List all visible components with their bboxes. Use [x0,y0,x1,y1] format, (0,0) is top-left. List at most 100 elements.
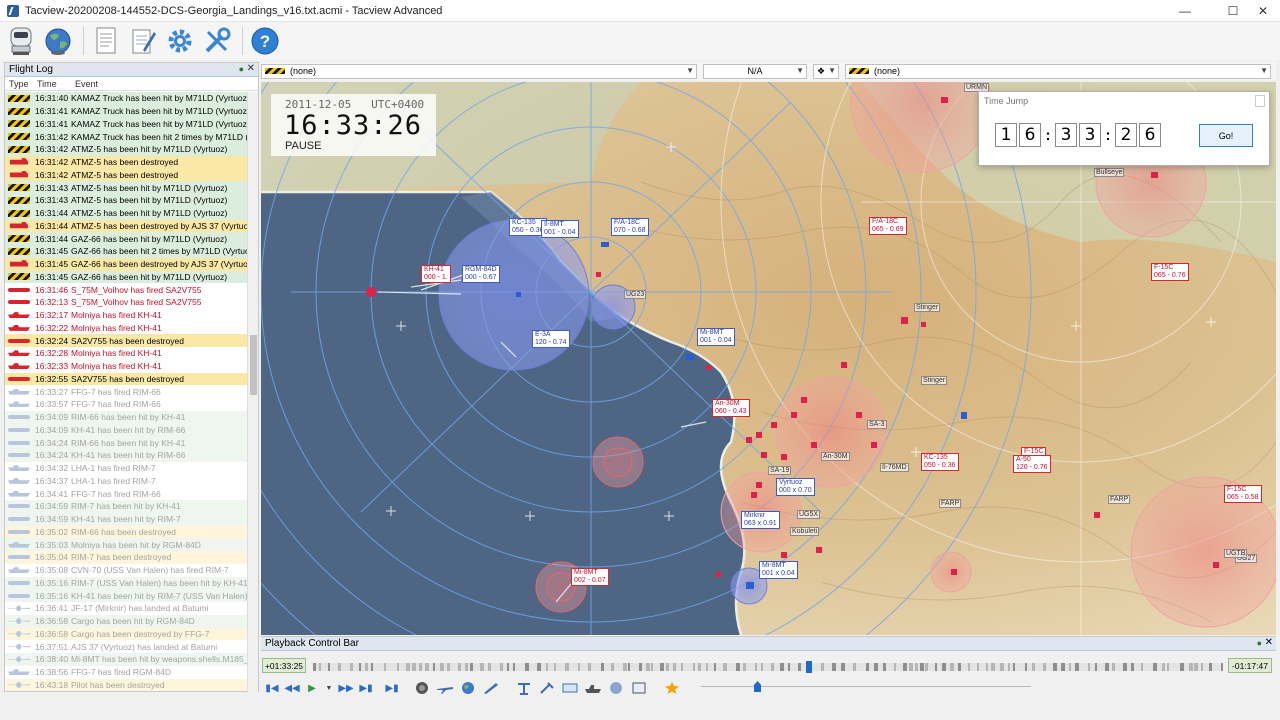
aircraft-callout[interactable]: E-3A 120 - 0.74 [532,330,570,348]
tools-icon[interactable] [200,24,234,58]
terrain-view-icon[interactable] [607,681,625,695]
timeline-event-tick[interactable] [371,663,373,671]
flight-log-scrollbar[interactable] [247,92,258,692]
timeline-event-tick[interactable] [714,663,716,671]
secondary-object-select[interactable]: (none) ▼ [845,63,1271,79]
timeline-event-tick[interactable] [440,663,444,671]
timeline-event-tick[interactable] [1162,663,1165,671]
timeline-event-tick[interactable] [986,663,988,671]
aircraft-callout[interactable]: F-15C 065 - 0.76 [1151,263,1189,281]
log-row[interactable]: 16:34:24 KH-41 has been hit by RIM-66 [5,449,248,462]
aircraft-callout[interactable]: Vyrtuoz 000 x 0.70 [776,478,815,496]
log-row[interactable]: 16:31:45 GAZ-66 has been hit by M71LD (Vy… [5,270,248,284]
aircraft-callout[interactable]: KH-41 000 - 1. [421,265,451,283]
timeline-event-tick[interactable] [977,663,979,671]
log-row[interactable]: 16:31:43 ATMZ-5 has been hit by M71LD (Vy… [5,181,248,194]
timeline-event-tick[interactable] [319,663,321,671]
timeline-event-tick[interactable] [646,663,650,671]
aircraft-callout[interactable]: An-30M 060 - 0.43 [712,399,750,417]
globe-icon[interactable] [41,24,75,58]
aircraft-callout[interactable]: Mi-8MT 001 x 0.04 [759,561,798,579]
recorder-icon[interactable] [4,24,38,58]
timeline-event-tick[interactable] [1088,663,1090,671]
scroll-thumb[interactable] [250,335,257,395]
timeline-event-tick[interactable] [601,663,604,671]
column-time[interactable]: Time [33,79,71,89]
log-row[interactable]: 16:31:42 ATMZ-5 has been hit by M71LD (Vy… [5,143,248,156]
timeline-event-tick[interactable] [821,663,824,671]
log-row[interactable]: 16:33:27 FFG-7 has fired RIM-66 [5,385,248,398]
fast-rewind-icon[interactable]: ◀◀ [284,681,299,695]
timeline-event-tick[interactable] [920,663,924,671]
log-row[interactable]: 16:36:58 Cargo has been hit by RGM-84D [5,614,248,628]
timeline-event-tick[interactable] [639,663,642,671]
timeline-event-tick[interactable] [1043,663,1046,671]
log-row[interactable]: 16:35:04 RIM-7 has been destroyed [5,551,248,564]
timeline-event-tick[interactable] [628,663,630,671]
timeline-event-tick[interactable] [313,663,316,671]
timeline-event-tick[interactable] [1141,663,1143,671]
timeline-event-tick[interactable] [968,663,970,671]
timeline-event-tick[interactable] [1180,663,1184,671]
timeline-event-tick[interactable] [1069,663,1071,671]
log-row[interactable]: 16:34:37 LHA-1 has fired RIM-7 [5,474,248,488]
center-object-select[interactable]: N/A ▼ [703,63,807,79]
log-row[interactable]: 16:31:42 ATMZ-5 has been destroyed [5,155,248,169]
column-type[interactable]: Type [5,79,33,89]
ship-view-icon[interactable] [584,681,602,695]
timeline-event-tick[interactable] [853,663,856,671]
timeline-event-tick[interactable] [693,663,695,671]
timeline-event-tick[interactable] [925,663,928,671]
log-row[interactable]: 16:32:13 S_75M_Volhov has fired SA2V755 [5,296,248,309]
timeline-events[interactable] [313,661,1223,673]
camera-icon[interactable] [413,681,431,695]
place-label[interactable]: Stinger [914,303,941,312]
place-label[interactable]: UG5X [797,510,821,519]
log-row[interactable]: 16:31:44 ATMZ-5 has been hit by M71LD (Vy… [5,206,248,220]
speed-knob[interactable] [754,681,761,692]
timeline-event-tick[interactable] [1112,663,1115,671]
timeline-event-tick[interactable] [1075,663,1079,671]
column-event[interactable]: Event [71,79,98,89]
star-icon[interactable] [663,681,681,695]
timeline-event-tick[interactable] [433,663,435,671]
timeline-event-tick[interactable] [958,663,961,671]
label-view-icon[interactable] [561,681,579,695]
timeline-event-tick[interactable] [673,663,676,671]
log-row[interactable]: 16:36:41 JF-17 (Mirknir) has landed at Ba… [5,602,248,615]
missile-view-icon[interactable] [482,681,500,695]
timeline-event-tick[interactable] [883,663,886,671]
timeline-event-tick[interactable] [513,663,515,671]
log-row[interactable]: 16:31:42 KAMAZ Truck has been hit 2 times… [5,130,248,143]
timeline-event-tick[interactable] [447,663,450,671]
timeline-event-tick[interactable] [1061,663,1065,671]
timeline-event-tick[interactable] [554,663,556,671]
hour-ones-digit[interactable]: 6 [1019,123,1041,147]
timeline-event-tick[interactable] [384,663,386,671]
aircraft-callout[interactable]: Il-8MT 001 - 0.04 [541,220,579,238]
close-button[interactable]: ✕ [1246,0,1280,22]
timeline-event-tick[interactable] [706,663,708,671]
close-panel-icon[interactable]: ✕ [1265,637,1273,648]
timeline-event-tick[interactable] [755,663,757,671]
timeline-event-tick[interactable] [338,663,341,671]
timeline-event-tick[interactable] [651,663,653,671]
timeline-event-tick[interactable] [500,663,503,671]
log-row[interactable]: 16:31:40 KAMAZ Truck has been hit by M71L… [5,92,248,105]
skip-to-end-icon[interactable]: ▶▮ [359,681,373,695]
aircraft-callout[interactable]: Mirknir 063 x 0.91 [741,511,780,529]
playback-speed-slider[interactable] [701,681,1031,692]
log-row[interactable]: 16:34:32 LHA-1 has fired RIM-7 [5,461,248,475]
place-label[interactable]: An-30M [821,452,850,461]
log-row[interactable]: 16:35:08 CVN-70 (USS Van Halen) has fired… [5,563,248,577]
minute-tens-digit[interactable]: 3 [1055,123,1077,147]
timeline-event-tick[interactable] [1095,663,1097,671]
timeline-event-tick[interactable] [365,663,368,671]
timeline-event-tick[interactable] [611,663,614,671]
place-label[interactable]: Stinger [921,376,948,385]
aircraft-callout[interactable]: Mi-8MT 001 - 0.04 [697,328,735,346]
document-icon[interactable] [89,24,123,58]
aircraft-callout[interactable]: RGM-84D 000 - 0.67 [462,265,500,283]
timeline-event-tick[interactable] [723,663,727,671]
timeline-event-tick[interactable] [1209,663,1212,671]
